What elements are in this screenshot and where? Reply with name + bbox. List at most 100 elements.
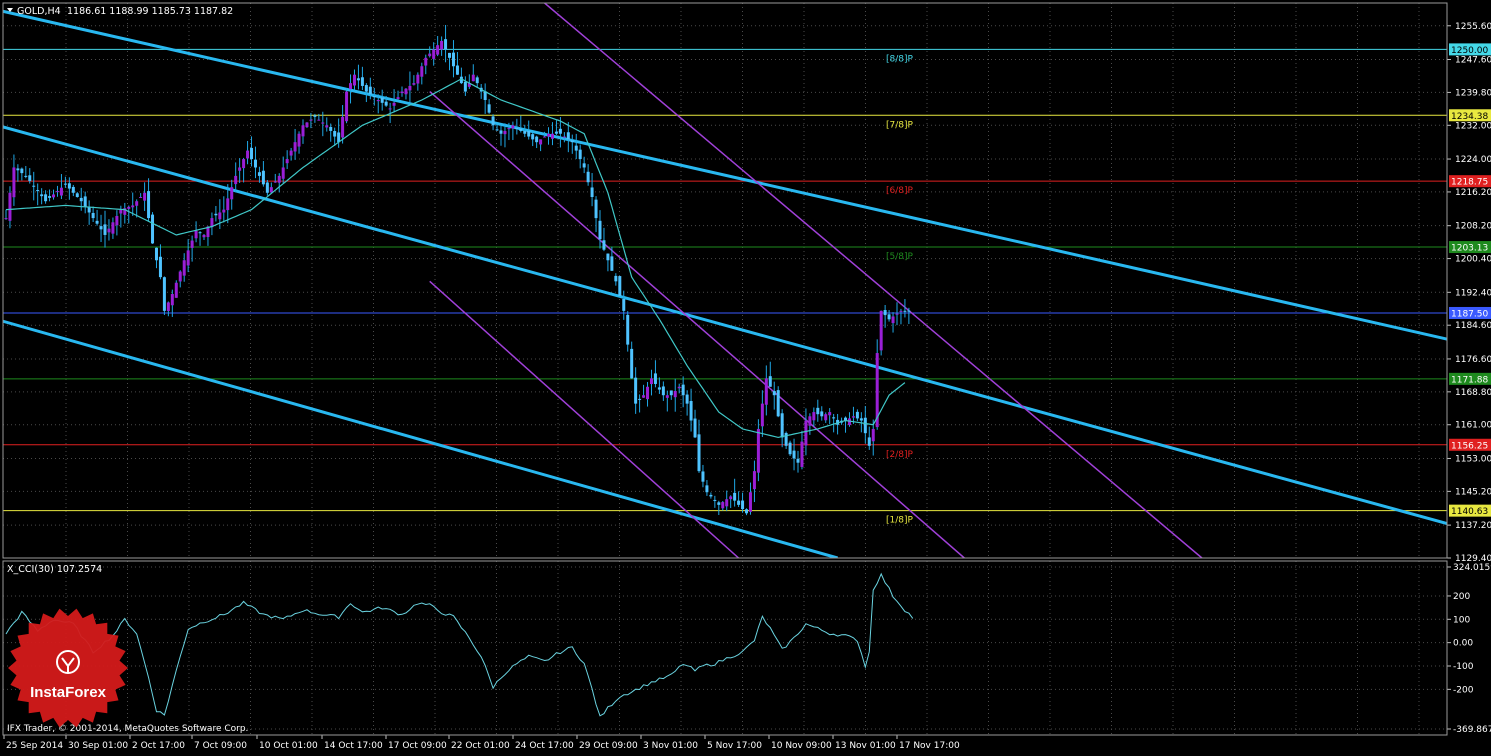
candle-body xyxy=(428,53,432,57)
candle-body xyxy=(63,183,67,185)
candle-body xyxy=(570,140,574,143)
candle-body xyxy=(107,228,111,233)
candle-body xyxy=(562,136,566,138)
candle-body xyxy=(91,212,95,219)
candle-body xyxy=(246,150,250,159)
candle-body xyxy=(52,194,56,198)
candle-body xyxy=(657,387,661,390)
candle-body xyxy=(28,175,32,181)
candle-body xyxy=(222,209,226,213)
candle-body xyxy=(713,499,717,501)
level-tag: [2/8]P xyxy=(886,450,914,460)
candle-body xyxy=(780,413,784,438)
candle-body xyxy=(440,40,444,50)
price-tick-label: 1247.60 xyxy=(1455,56,1491,66)
candle-body xyxy=(131,205,135,208)
candle-body xyxy=(305,122,309,128)
candle-body xyxy=(697,434,701,472)
candle-body xyxy=(899,310,903,312)
candle-body xyxy=(883,310,887,316)
candle-body xyxy=(491,116,495,126)
candle-body xyxy=(499,130,503,134)
candle-body xyxy=(24,175,28,177)
candle-body xyxy=(190,240,194,248)
candle-body xyxy=(297,133,301,147)
candle-body xyxy=(135,201,139,206)
candle-body xyxy=(412,83,416,85)
candle-body xyxy=(451,52,455,67)
candle-body xyxy=(329,126,333,131)
candle-body xyxy=(265,182,269,193)
candle-body xyxy=(154,247,158,261)
symbol-title: GOLD,H4 xyxy=(17,6,61,17)
candle-body xyxy=(752,471,756,490)
candle-body xyxy=(543,136,547,138)
time-tick-label: 13 Nov 01:00 xyxy=(835,741,896,751)
candle-body xyxy=(436,45,440,55)
time-tick-label: 7 Oct 09:00 xyxy=(194,741,247,751)
time-tick-label: 22 Oct 01:00 xyxy=(451,741,510,751)
candle-body xyxy=(618,276,622,297)
candle-body xyxy=(859,418,863,421)
candle-body xyxy=(321,122,325,124)
candle-body xyxy=(808,416,812,426)
price-tick-label: 1192.40 xyxy=(1455,288,1491,298)
candle-body xyxy=(372,96,376,98)
candle-body xyxy=(345,91,349,122)
candle-body xyxy=(194,230,198,239)
candle-body xyxy=(832,417,836,419)
candle-body xyxy=(44,194,48,202)
candle-body xyxy=(178,271,182,282)
cci-tick-label: 100 xyxy=(1453,615,1470,625)
candle-body xyxy=(729,496,733,500)
candle-body xyxy=(352,74,356,86)
candle-body xyxy=(760,403,764,427)
candle-body xyxy=(903,310,907,312)
candle-body xyxy=(745,509,749,514)
candle-body xyxy=(404,88,408,95)
candle-body xyxy=(376,99,380,102)
candle-body xyxy=(646,386,650,400)
time-tick-label: 3 Nov 01:00 xyxy=(643,741,698,751)
time-tick-label: 17 Oct 09:00 xyxy=(388,741,447,751)
candle-body xyxy=(368,86,372,95)
candle-body xyxy=(32,185,36,187)
time-tick-label: 10 Nov 09:00 xyxy=(771,741,832,751)
candle-body xyxy=(649,378,653,385)
candle-body xyxy=(20,168,24,174)
time-tick-label: 10 Oct 01:00 xyxy=(259,741,318,751)
level-price-label: 1171.88 xyxy=(1451,375,1488,385)
candle-body xyxy=(725,499,729,507)
candle-body xyxy=(515,127,519,129)
candle-body xyxy=(820,411,824,417)
candle-body xyxy=(677,386,681,389)
candle-body xyxy=(285,159,289,164)
candle-body xyxy=(75,193,79,197)
candle-body xyxy=(234,175,238,185)
candle-body xyxy=(824,414,828,421)
candle-body xyxy=(309,119,313,121)
candle-body xyxy=(40,194,44,197)
candle-body xyxy=(364,85,368,92)
candle-body xyxy=(349,83,353,90)
candle-body xyxy=(653,373,657,384)
candle-body xyxy=(257,172,261,176)
level-price-label: 1140.63 xyxy=(1451,507,1488,517)
candle-body xyxy=(471,74,475,82)
candle-body xyxy=(796,458,800,463)
price-tick-label: 1145.20 xyxy=(1455,487,1491,497)
candle-body xyxy=(737,500,741,505)
candle-body xyxy=(578,149,582,160)
price-tick-label: 1200.40 xyxy=(1455,255,1491,265)
time-tick-label: 14 Oct 17:00 xyxy=(324,741,383,751)
candle-body xyxy=(158,256,162,278)
candle-body xyxy=(523,130,527,134)
candle-body xyxy=(741,500,745,510)
candle-body xyxy=(242,159,246,169)
candle-body xyxy=(111,222,115,234)
candle-body xyxy=(166,302,170,311)
candle-body xyxy=(127,206,131,209)
candle-body xyxy=(788,442,792,455)
indicator-label: X_CCI(30) 107.2574 xyxy=(7,564,102,575)
candle-body xyxy=(48,196,52,198)
